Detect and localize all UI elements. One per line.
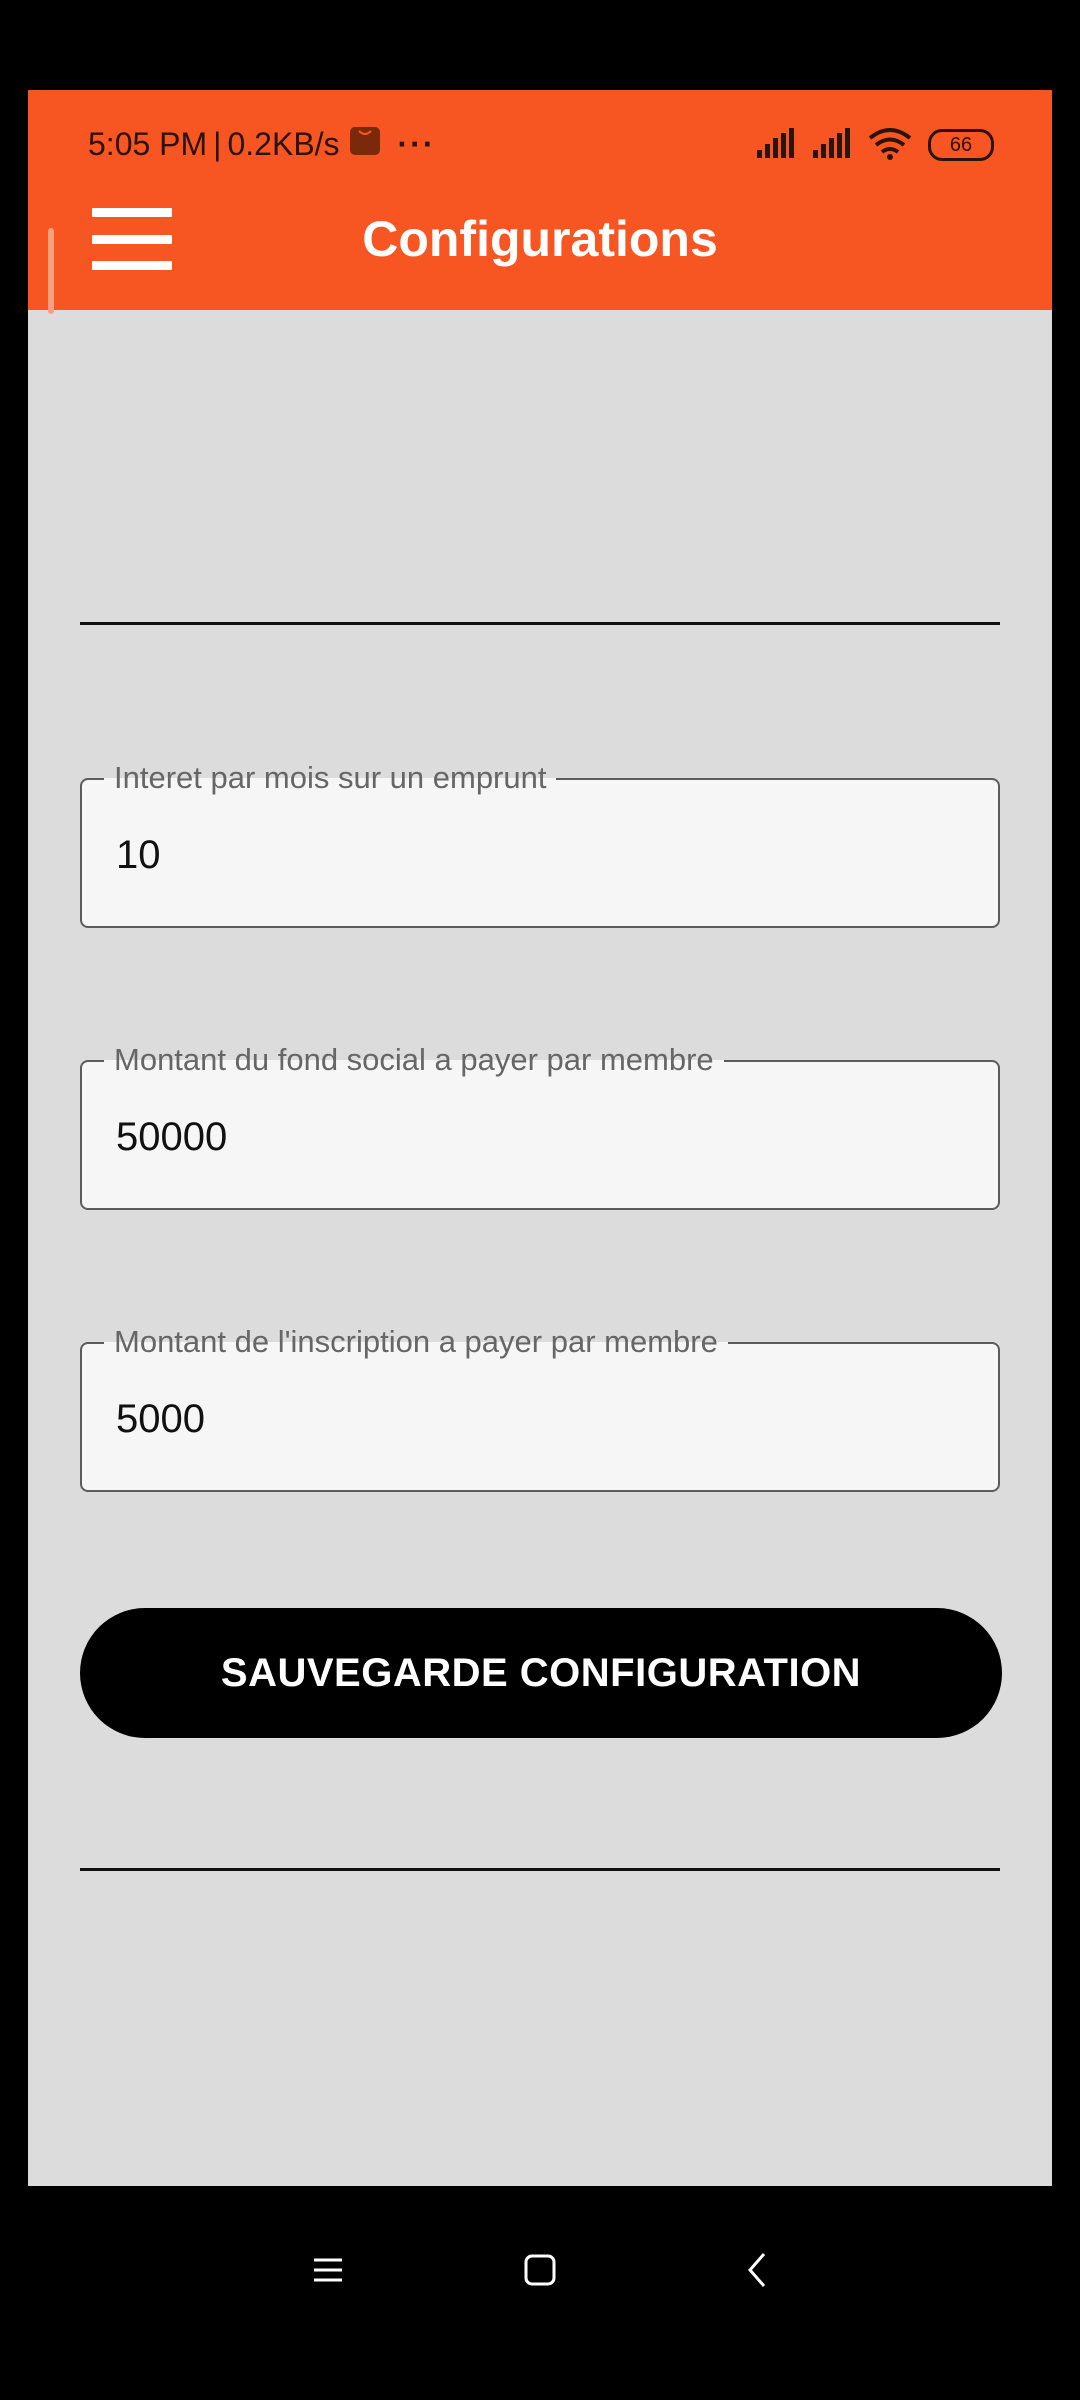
bottom-divider [80,1868,1000,1871]
social-fund-field-label: Montant du fond social a payer par membr… [104,1038,724,1082]
status-net-speed: 0.2KB/s [227,125,340,162]
shopping-bag-icon [348,123,382,165]
signal-icon [812,127,852,163]
registration-fee-field[interactable]: Montant de l'inscription a payer par mem… [80,1320,1000,1492]
page-title: Configurations [362,211,718,267]
social-fund-field[interactable]: Montant du fond social a payer par membr… [80,1038,1000,1210]
system-navigation-bar [0,2186,1080,2400]
status-bar-left: 5:05 PM | 0.2KB/s ··· [88,118,436,170]
registration-fee-field-label: Montant de l'inscription a payer par mem… [104,1320,728,1364]
save-configuration-button[interactable]: SAUVEGARDE CONFIGURATION [80,1608,1002,1738]
signal-icon [756,127,796,163]
home-icon[interactable] [510,2240,570,2300]
more-notifications-icon: ··· [397,125,436,162]
status-separator: | [213,125,222,162]
back-icon[interactable] [728,2240,788,2300]
social-fund-input[interactable] [116,1110,976,1164]
app-screen: 5:05 PM | 0.2KB/s ··· 66 Configurations [28,90,1052,2186]
battery-icon: 66 [928,129,994,161]
recents-icon[interactable] [298,2240,358,2300]
interest-field-label: Interet par mois sur un emprunt [104,756,557,800]
registration-fee-input[interactable] [116,1392,976,1446]
app-bar: 5:05 PM | 0.2KB/s ··· 66 Configurations [28,90,1052,314]
interest-input[interactable] [116,828,976,882]
status-time: 5:05 PM [88,125,208,162]
interest-field[interactable]: Interet par mois sur un emprunt [80,756,1000,928]
status-bar-right: 66 [756,120,994,170]
wifi-icon [868,126,912,165]
top-divider [80,622,1000,625]
